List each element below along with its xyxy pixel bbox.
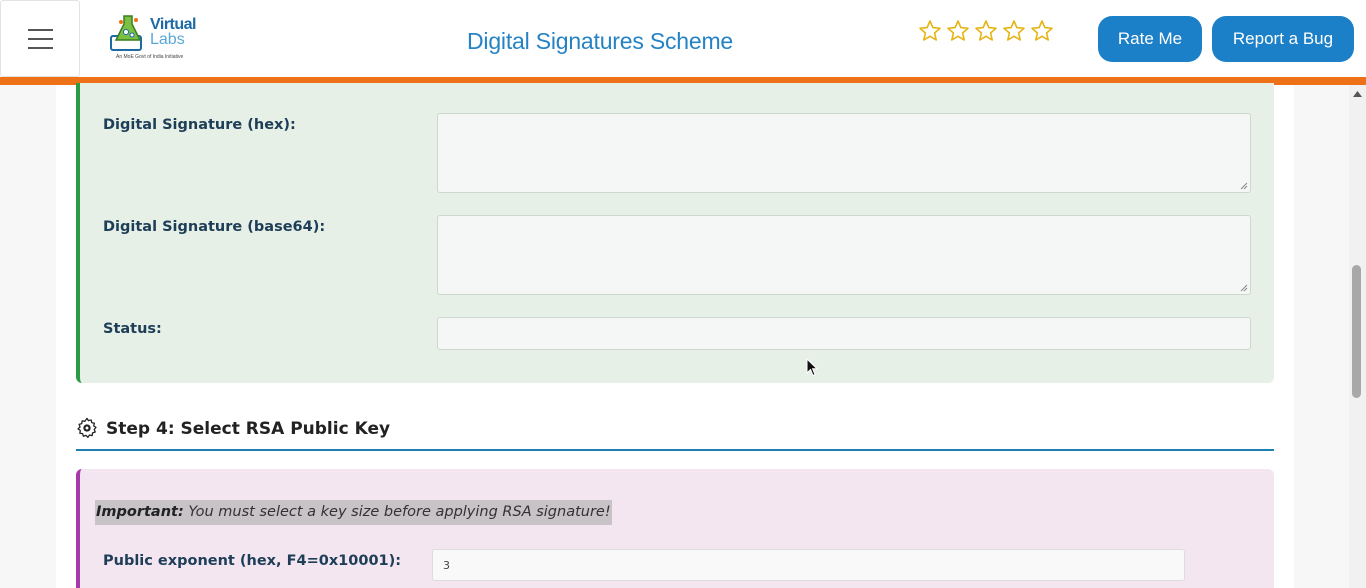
signature-output-panel: Digital Signature (hex): Digital Signatu… <box>76 83 1274 383</box>
status-label: Status: <box>103 321 162 337</box>
important-notice: Important: You must select a key size be… <box>95 500 612 525</box>
mouse-cursor-icon <box>806 358 818 377</box>
status-field[interactable] <box>437 317 1251 350</box>
main-content: Digital Signature (hex): Digital Signatu… <box>56 83 1294 588</box>
scroll-up-arrow-icon[interactable] <box>1349 88 1366 100</box>
step4-title: Step 4: Select RSA Public Key <box>106 419 391 439</box>
logo-tagline: An MoE Govt of India Initiative <box>116 54 184 60</box>
hamburger-menu-button[interactable] <box>0 0 80 77</box>
signature-hex-label: Digital Signature (hex): <box>103 117 296 133</box>
star-icon[interactable] <box>1030 19 1054 43</box>
public-exponent-label: Public exponent (hex, F4=0x10001): <box>103 553 402 569</box>
resize-handle-icon[interactable] <box>1240 182 1248 190</box>
rate-me-button[interactable]: Rate Me <box>1098 16 1202 62</box>
important-label: Important: <box>96 504 184 520</box>
star-icon[interactable] <box>946 19 970 43</box>
star-icon[interactable] <box>918 19 942 43</box>
report-bug-button[interactable]: Report a Bug <box>1212 16 1354 62</box>
resize-handle-icon[interactable] <box>1240 284 1248 292</box>
rating-stars[interactable] <box>918 19 1054 43</box>
important-text: You must select a key size before applyi… <box>183 504 611 520</box>
flask-icon <box>110 15 142 51</box>
star-icon[interactable] <box>1002 19 1026 43</box>
page-title: Digital Signatures Scheme <box>467 28 734 54</box>
menu-line <box>27 46 53 49</box>
star-icon[interactable] <box>974 19 998 43</box>
menu-line <box>27 37 53 40</box>
scrollbar-thumb[interactable] <box>1352 265 1361 398</box>
public-key-panel: Important: You must select a key size be… <box>76 469 1274 588</box>
top-header: Virtual Labs An MoE Govt of India Initia… <box>0 0 1366 77</box>
signature-hex-textarea[interactable] <box>437 113 1251 193</box>
signature-base64-label: Digital Signature (base64): <box>103 219 326 235</box>
logo-text-labs: Labs <box>150 31 185 48</box>
menu-line <box>27 28 53 31</box>
signature-base64-textarea[interactable] <box>437 215 1251 295</box>
virtual-labs-logo[interactable]: Virtual Labs An MoE Govt of India Initia… <box>110 12 202 64</box>
public-exponent-input[interactable]: 3 <box>432 549 1185 581</box>
step4-heading: Step 4: Select RSA Public Key <box>76 417 1274 451</box>
gear-icon <box>77 417 97 438</box>
